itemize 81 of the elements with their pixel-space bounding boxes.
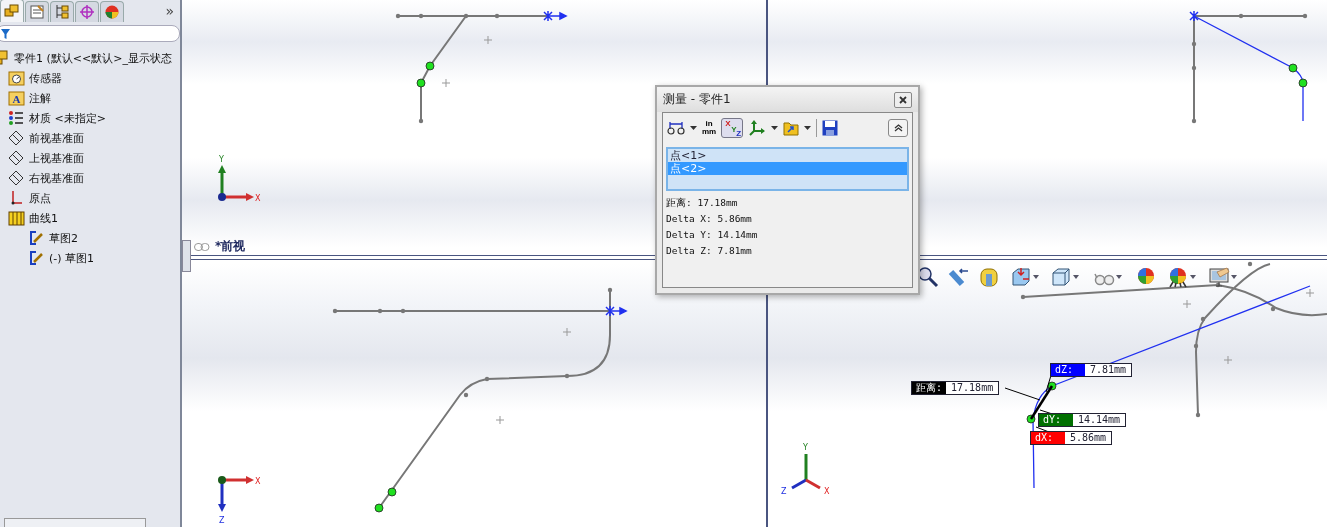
view-name: *前视 xyxy=(215,238,246,255)
cube-arrow-icon[interactable] xyxy=(1010,266,1032,288)
caret-icon[interactable] xyxy=(804,126,812,130)
plane-icon xyxy=(8,170,25,186)
tree-item[interactable]: A 注解 xyxy=(0,88,180,108)
light-icon[interactable] xyxy=(948,266,970,288)
selected-point xyxy=(1288,63,1298,73)
axis-triad: Y Z X xyxy=(781,443,830,496)
plane-icon xyxy=(8,150,25,166)
caret-icon[interactable] xyxy=(1073,275,1079,279)
selected-point xyxy=(425,61,435,71)
panel-tab[interactable] xyxy=(0,0,24,22)
target-tab-icon xyxy=(79,4,95,20)
dimension-label: dY: 14.14mm xyxy=(1038,413,1127,427)
tree-item[interactable]: 材质 <未指定> xyxy=(0,108,180,128)
dimension-label: 距离: 17.18mm xyxy=(911,381,1000,395)
measure-result: Delta Y: 14.14mm xyxy=(666,229,759,241)
scrollbar[interactable] xyxy=(4,518,146,527)
cube-icon[interactable] xyxy=(1050,266,1072,288)
close-button[interactable] xyxy=(894,91,912,108)
link-icon xyxy=(194,242,210,251)
save-icon[interactable] xyxy=(822,120,839,136)
sensor-icon xyxy=(8,70,25,86)
units-button[interactable]: in mm xyxy=(702,120,717,136)
caret-icon[interactable] xyxy=(1231,275,1237,279)
material-icon xyxy=(8,110,25,126)
ball-scene-icon[interactable] xyxy=(1167,266,1189,288)
selected-point xyxy=(387,487,397,497)
dimension-label: dZ: 7.81mm xyxy=(1050,363,1133,377)
zoom-icon[interactable] xyxy=(917,266,939,288)
tree-item[interactable]: 曲线1 xyxy=(0,208,180,228)
axis-triad: Y X xyxy=(218,155,261,203)
measure-result: Delta Z: 7.81mm xyxy=(666,245,753,257)
panel-tab[interactable] xyxy=(25,1,49,22)
close-icon xyxy=(899,95,907,104)
more-tabs-chevron[interactable]: » xyxy=(165,3,174,19)
measure-result: Delta X: 5.86mm xyxy=(666,213,753,225)
panel-tab[interactable] xyxy=(75,1,99,22)
selection-item[interactable]: 点<1> xyxy=(668,149,907,162)
plane-icon xyxy=(8,130,25,146)
tree-item[interactable]: 原点 xyxy=(0,188,180,208)
selected-point xyxy=(1298,78,1308,88)
tree-item[interactable]: 右视基准面 xyxy=(0,168,180,188)
tree-item[interactable]: 传感器 xyxy=(0,68,180,88)
selected-point xyxy=(416,78,426,88)
selected-point xyxy=(1047,381,1057,391)
panel-tab[interactable] xyxy=(100,1,124,22)
tree-item[interactable]: 前视基准面 xyxy=(0,128,180,148)
appearance-tab-icon xyxy=(104,4,120,20)
dialog-title: 测量 - 零件1 xyxy=(663,91,731,108)
caret-icon[interactable] xyxy=(1190,275,1196,279)
folder-icon[interactable] xyxy=(783,120,800,136)
measure-result: 距离: 17.18mm xyxy=(666,197,739,209)
caret-icon[interactable] xyxy=(690,126,697,130)
sketch-icon xyxy=(28,250,45,266)
monitor-icon[interactable] xyxy=(1208,266,1230,288)
tree-item[interactable]: 上视基准面 xyxy=(0,148,180,168)
caret-icon[interactable] xyxy=(771,126,779,130)
config-tab-icon xyxy=(54,4,70,20)
dimension-label: dX: 5.86mm xyxy=(1030,431,1113,445)
panel-tab[interactable] xyxy=(50,1,74,22)
caret-icon[interactable] xyxy=(1116,275,1122,279)
annotation-icon: A xyxy=(8,90,25,106)
feature-tab-icon xyxy=(4,3,20,19)
selected-point xyxy=(374,503,384,513)
tree-item[interactable]: 草图2 xyxy=(0,228,180,248)
filter-field[interactable] xyxy=(0,25,180,42)
chevron-up-icon xyxy=(893,124,903,132)
selected-point xyxy=(1026,414,1036,424)
coordinate-axes-icon[interactable] xyxy=(748,120,767,136)
caret-icon[interactable] xyxy=(1033,275,1039,279)
property-tab-icon xyxy=(29,4,45,20)
panel-collapse-handle[interactable] xyxy=(182,240,191,272)
collapse-button[interactable] xyxy=(888,119,908,137)
filter-icon xyxy=(1,28,10,39)
xyz-button[interactable]: X YZ xyxy=(721,118,744,138)
axis-triad: X Z xyxy=(218,476,261,525)
curve-icon xyxy=(8,210,25,226)
tree-item[interactable]: (-) 草图1 xyxy=(0,248,180,268)
tree-item[interactable]: 零件1 (默认<<默认>_显示状态 xyxy=(0,48,180,68)
sketch-icon xyxy=(28,230,45,246)
